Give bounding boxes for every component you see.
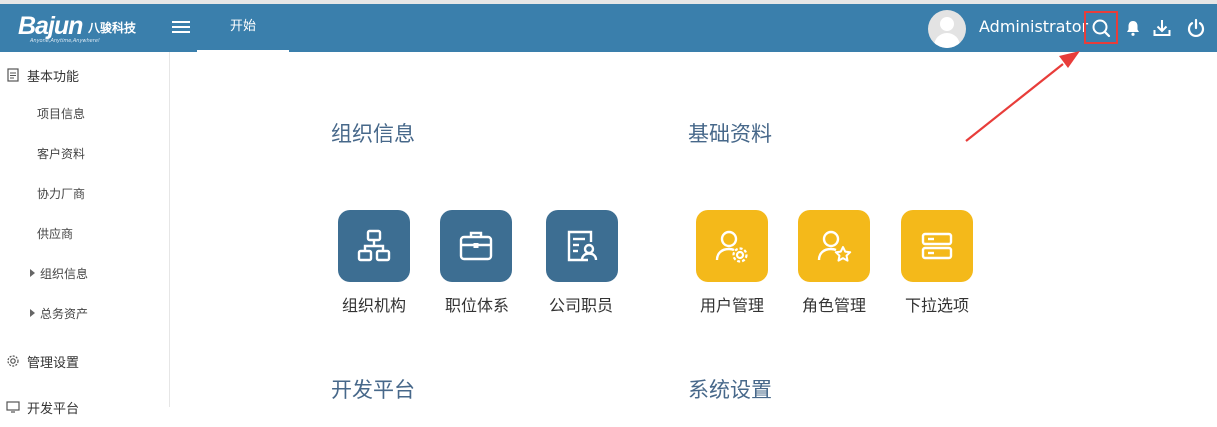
sidebar-subgroup-label: 组织信息 (40, 267, 89, 281)
sidebar-item-customer-data[interactable]: 客户资料 (37, 145, 85, 162)
org-chart-icon (357, 229, 391, 262)
tile-label[interactable]: 职位体系 (427, 292, 527, 316)
top-navbar: Bajun 八骏科技 Anyone,Anytime,Anywhere! 开始 A… (0, 0, 1217, 52)
brand-name: Bajun (18, 12, 83, 40)
sidebar-group-label: 开发平台 (27, 402, 80, 417)
list-box-icon (921, 232, 953, 260)
brand-logo: Bajun 八骏科技 Anyone,Anytime,Anywhere! (18, 12, 148, 48)
download-icon[interactable] (1150, 16, 1174, 40)
position-system-tile[interactable] (440, 210, 512, 282)
sidebar-item-project-info[interactable]: 项目信息 (37, 105, 85, 122)
user-management-tile[interactable] (696, 210, 768, 282)
sidebar-subgroup-label: 总务资产 (40, 307, 89, 321)
brand-cn-name: 八骏科技 (88, 21, 137, 35)
brand-tagline: Anyone,Anytime,Anywhere! (30, 38, 100, 44)
document-icon (7, 68, 19, 82)
role-management-tile[interactable] (798, 210, 870, 282)
id-card-icon (567, 230, 598, 262)
dropdown-options-tile[interactable] (901, 210, 973, 282)
tile-label[interactable]: 下拉选项 (887, 292, 987, 316)
sidebar-subgroup-general-assets[interactable]: 总务资产 (30, 305, 88, 322)
tab-start[interactable]: 开始 (197, 4, 289, 52)
tile-label[interactable]: 公司职员 (531, 292, 631, 316)
caret-right-icon (30, 269, 35, 277)
section-title-dev-platform: 开发平台 (331, 378, 415, 402)
search-highlight-box (1084, 11, 1118, 44)
section-title-basic-data: 基础资料 (688, 122, 772, 146)
tile-label[interactable]: 用户管理 (682, 292, 782, 316)
avatar[interactable] (928, 10, 966, 48)
user-star-icon (817, 230, 852, 262)
tile-label[interactable]: 角色管理 (784, 292, 884, 316)
sidebar-item-partner-vendors[interactable]: 协力厂商 (37, 185, 85, 202)
org-structure-tile[interactable] (338, 210, 410, 282)
sidebar-item-suppliers[interactable]: 供应商 (37, 225, 73, 242)
sidebar-group-label: 基本功能 (27, 70, 80, 85)
caret-right-icon (30, 309, 35, 317)
monitor-icon (6, 401, 20, 413)
user-gear-icon (715, 230, 748, 263)
username[interactable]: Administrator (979, 17, 1088, 36)
annotation-arrow (965, 51, 1080, 142)
company-staff-tile[interactable] (546, 210, 618, 282)
sidebar-subgroup-org-info[interactable]: 组织信息 (30, 265, 88, 282)
power-icon[interactable] (1184, 16, 1208, 40)
sidebar-group-dev-platform[interactable]: 开发平台 (0, 387, 170, 427)
tile-label[interactable]: 组织机构 (324, 292, 424, 316)
gear-icon (7, 355, 19, 367)
sidebar-group-management-settings[interactable]: 管理设置 (0, 341, 170, 381)
menu-icon[interactable] (172, 18, 190, 34)
section-title-system-settings: 系统设置 (688, 378, 772, 402)
sidebar-group-label: 管理设置 (27, 356, 80, 371)
sidebar: 基本功能 项目信息 客户资料 协力厂商 供应商 组织信息 总务资产 管理设置 开… (0, 52, 170, 417)
section-title-org-info: 组织信息 (331, 122, 415, 146)
sidebar-group-basic-functions[interactable]: 基本功能 (0, 55, 170, 95)
bell-icon[interactable] (1121, 16, 1145, 40)
briefcase-icon (459, 231, 493, 261)
